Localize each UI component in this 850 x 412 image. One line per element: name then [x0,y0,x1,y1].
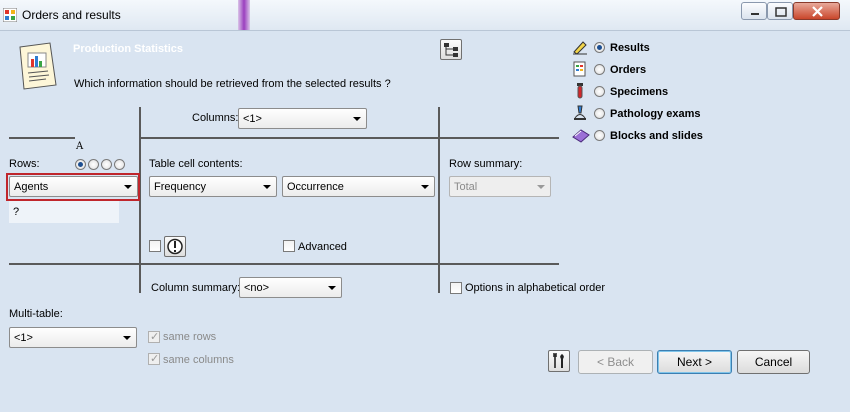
row-summary-label: Row summary: [449,158,523,170]
rows-option-4-radio[interactable] [114,159,125,170]
layout-toggle-button[interactable] [440,39,462,60]
hierarchy-icon [444,43,458,57]
alpha-order-checkbox[interactable] [450,282,462,294]
same-rows-label: same rows [163,331,217,343]
grid-divider-right [438,107,440,293]
exclamation-icon [167,238,183,255]
orders-radio[interactable] [594,64,605,75]
results-radio[interactable] [594,42,605,53]
rows-option-1-radio[interactable] [75,159,86,170]
cell-contents-label: Table cell contents: [149,158,243,170]
rows-label: Rows: [9,158,40,170]
tools-button[interactable] [548,350,570,372]
row-summary-select[interactable]: Total [449,176,551,197]
tools-icon [553,353,564,368]
grid-divider-top [139,137,559,139]
dialog-body: Production Statistics Which information … [0,31,850,412]
row-summary-value: Total [454,181,478,193]
section-title: Production Statistics [73,43,184,55]
columns-label: Columns: [192,112,239,124]
pathology-label: Pathology exams [610,108,701,120]
multi-table-value: <1> [14,332,33,344]
column-summary-label: Column summary: [151,282,241,294]
close-button[interactable] [793,2,840,20]
grid-divider-top-short [9,137,75,139]
title-bar: Orders and results [0,0,850,31]
blocks-label: Blocks and slides [610,130,703,142]
pencil-icon [573,41,587,55]
same-rows-checkbox[interactable]: ✓ [148,331,160,343]
specimens-label: Specimens [610,86,669,98]
rows-option-3-radio[interactable] [101,159,112,170]
chevron-down-icon [421,185,429,189]
chevron-down-icon [328,286,336,290]
back-button[interactable]: < Back [578,350,653,374]
cell-aggregation-value: Occurrence [287,181,344,193]
cell-contents-value: Frequency [154,181,206,193]
chevron-down-icon [263,185,271,189]
chevron-down-icon [123,336,131,340]
question-text: Which information should be retrieved fr… [74,78,391,90]
specimens-radio[interactable] [594,86,605,97]
chevron-down-icon [537,185,545,189]
column-summary-value: <no> [244,282,270,294]
maximize-button[interactable] [767,2,793,20]
column-summary-select[interactable]: <no> [239,277,342,298]
results-label: Results [610,42,650,54]
multi-table-select[interactable]: <1> [9,327,137,348]
minimize-button[interactable] [741,2,767,20]
rows-option-2-radio[interactable] [88,159,99,170]
microscope-icon [574,105,586,120]
columns-value: <1> [243,113,262,125]
cell-contents-select[interactable]: Frequency [149,176,277,197]
chevron-down-icon [124,185,132,189]
advanced-label: Advanced [298,241,347,253]
columns-select[interactable]: <1> [238,108,367,129]
grid-divider-bottom [9,263,559,265]
order-sheet-icon [573,61,586,77]
same-columns-label: same columns [163,354,234,366]
option-checkbox[interactable] [149,240,161,252]
rows-hint-box: ? [9,201,119,223]
cancel-button[interactable]: Cancel [737,350,810,374]
app-icon [3,8,17,22]
multi-table-label: Multi-table: [9,308,63,320]
next-button[interactable]: Next > [657,350,732,374]
slides-icon [572,129,590,143]
window-title: Orders and results [22,8,121,22]
alpha-order-label: Options in alphabetical order [465,282,606,294]
orders-label: Orders [610,64,647,76]
font-marker: A [76,141,84,152]
rows-hint: ? [13,206,20,218]
pathology-radio[interactable] [594,108,605,119]
rows-value: Agents [14,181,49,193]
blocks-radio[interactable] [594,130,605,141]
same-columns-checkbox[interactable]: ✓ [148,353,160,365]
cell-aggregation-select[interactable]: Occurrence [282,176,435,197]
warning-button[interactable] [164,236,186,257]
advanced-checkbox[interactable] [283,240,295,252]
test-tube-icon [577,83,583,99]
background-strip [238,0,250,30]
chevron-down-icon [353,117,361,121]
rows-select[interactable]: Agents [9,176,138,197]
statistics-report-icon [19,42,57,90]
